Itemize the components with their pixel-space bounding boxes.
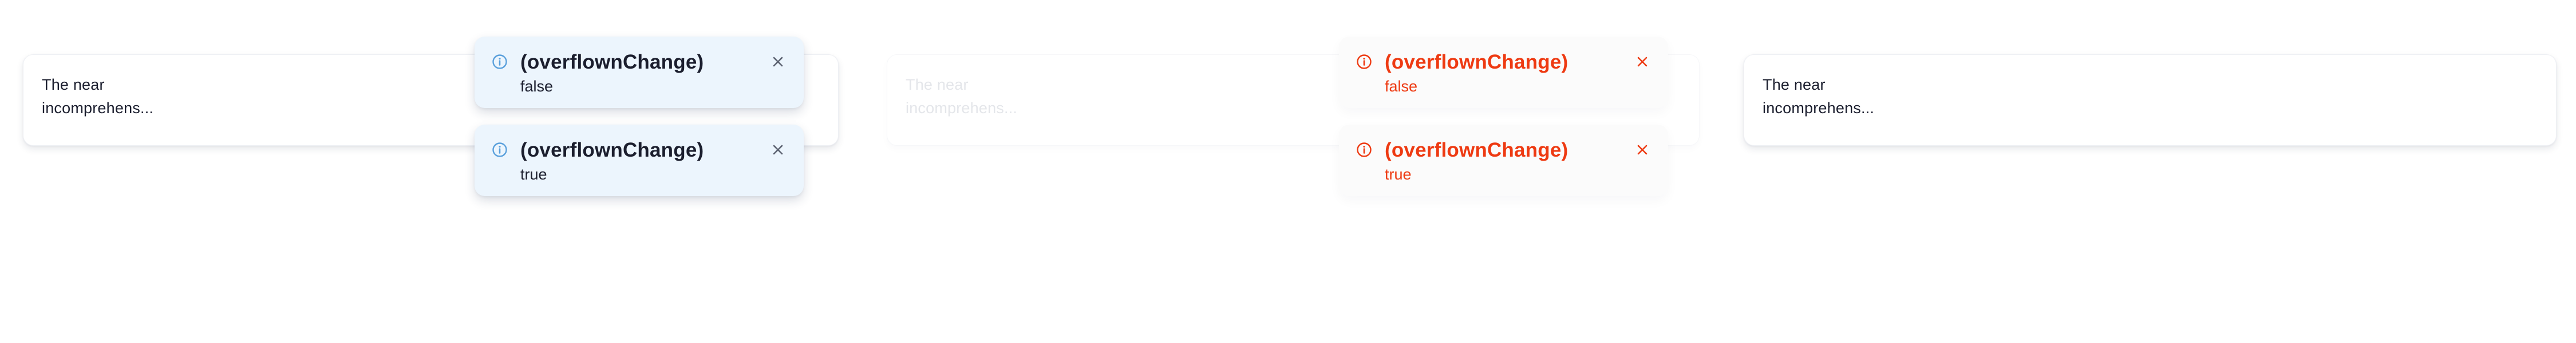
toast-title: (overflownChange) <box>520 139 704 161</box>
toast-value: true <box>1385 166 1412 183</box>
card-text: The near incomprehens... <box>1763 76 1875 117</box>
info-toast: (overflownChange) true <box>475 125 804 196</box>
card-text: The near incomprehens... <box>906 76 1018 117</box>
toast-title: (overflownChange) <box>520 51 704 73</box>
card-text: The near incomprehens... <box>42 76 154 117</box>
close-icon[interactable] <box>1634 53 1651 70</box>
close-icon[interactable] <box>1634 141 1651 158</box>
text-card: The near incomprehens... <box>1744 54 2557 146</box>
toast-value: false <box>520 78 554 95</box>
info-circle-icon <box>1357 142 1372 157</box>
info-circle-icon <box>492 54 507 69</box>
info-circle-icon <box>1357 54 1372 69</box>
info-circle-icon <box>492 142 507 157</box>
toast-title: (overflownChange) <box>1385 139 1568 161</box>
error-toast: (overflownChange) false <box>1339 37 1668 108</box>
close-icon[interactable] <box>769 53 787 70</box>
toast-title: (overflownChange) <box>1385 51 1568 73</box>
close-icon[interactable] <box>769 141 787 158</box>
error-toast: (overflownChange) true <box>1339 125 1668 196</box>
toast-value: true <box>520 166 547 183</box>
info-toast: (overflownChange) false <box>475 37 804 108</box>
toast-value: false <box>1385 78 1418 95</box>
